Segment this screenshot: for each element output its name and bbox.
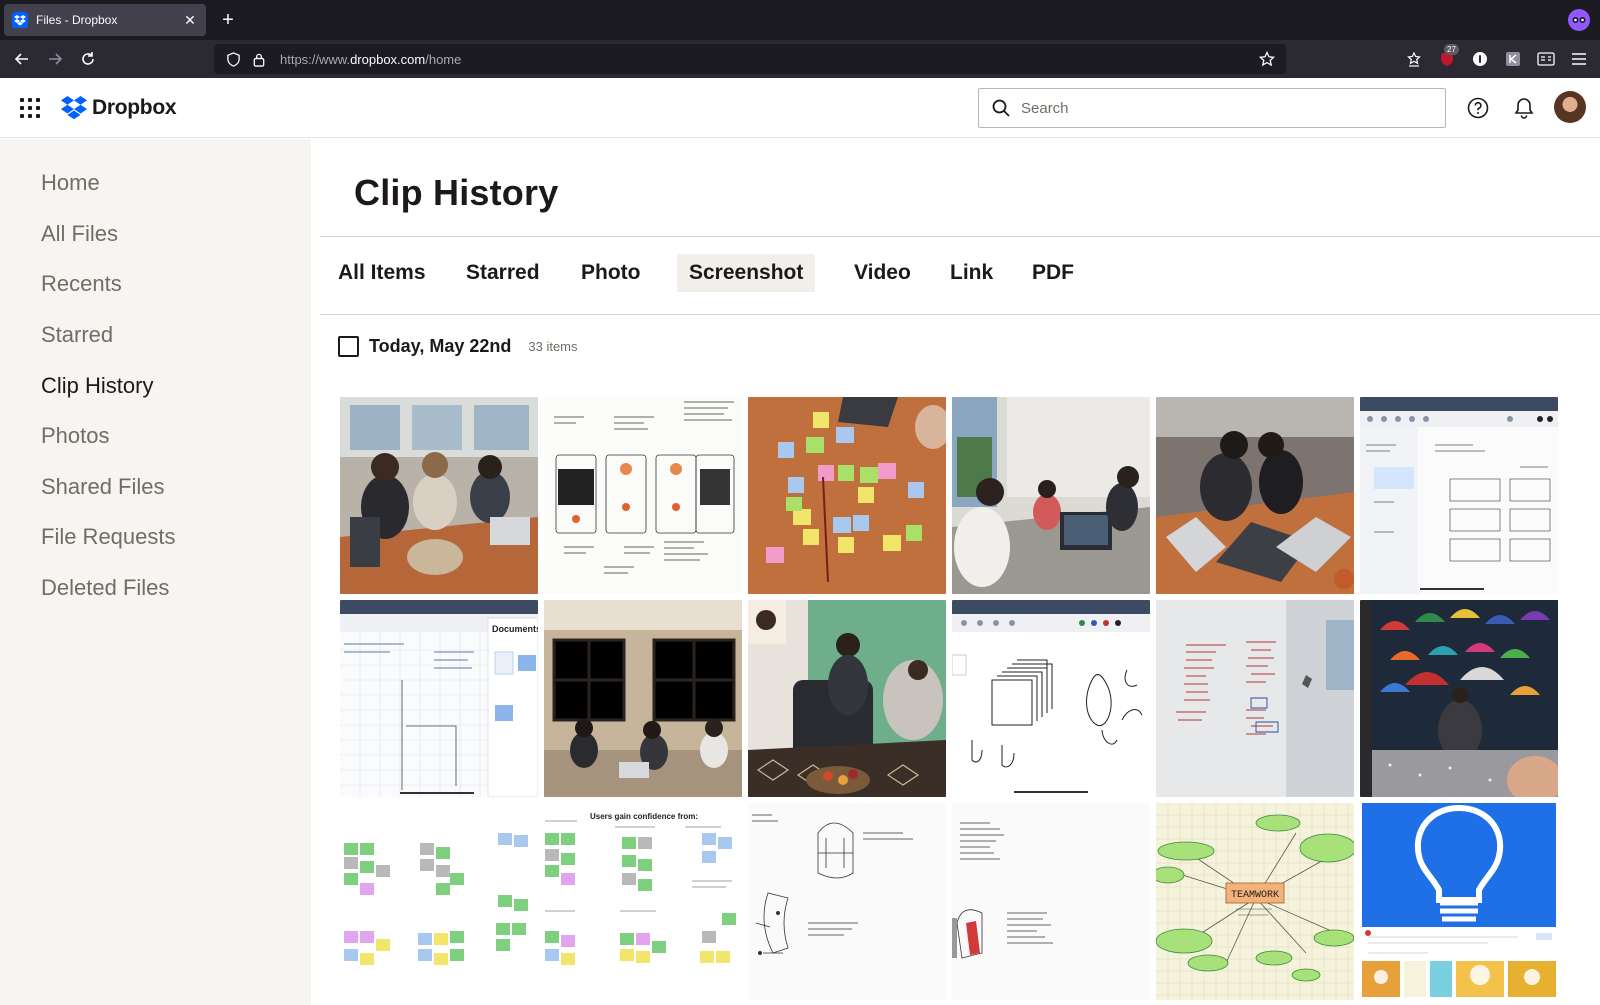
item-count: 33 items — [528, 338, 578, 354]
dropbox-logo-icon — [60, 96, 88, 120]
sidebar-item-all-files[interactable]: All Files — [41, 220, 118, 248]
thumbnail-study-room-windows[interactable] — [544, 600, 742, 797]
back-arrow-icon[interactable] — [10, 47, 34, 71]
thumbnail-sticky-notes-table[interactable] — [748, 397, 946, 594]
mask-extension-icon[interactable] — [1568, 9, 1590, 31]
url-text: https://www.dropbox.com/home — [280, 52, 461, 67]
thumbnail-backpack-sketch[interactable] — [748, 803, 946, 1000]
page-title: Clip History — [354, 172, 559, 213]
search-box[interactable] — [978, 88, 1446, 128]
browser-tab-bar: Files - Dropbox ✕ + — [0, 0, 1600, 40]
sidebar-item-file-requests[interactable]: File Requests — [41, 523, 176, 551]
thumbnail-affinity-diagram[interactable]: Users gain confidence from: — [340, 803, 742, 1000]
forward-arrow-icon[interactable] — [43, 47, 67, 71]
thumbnail-living-room-video-call[interactable] — [748, 600, 946, 797]
sidebar-item-clip-history[interactable]: Clip History — [41, 372, 153, 400]
url-host: dropbox.com — [350, 51, 426, 67]
thumbnail-drawing-app-sketch[interactable] — [952, 600, 1150, 797]
thumbnail-sketch-wireframes[interactable] — [544, 397, 742, 594]
select-all-checkbox[interactable] — [338, 335, 359, 357]
app-header: Dropbox — [0, 78, 1600, 138]
thumbnail-documents-app-screenshot[interactable]: Documents — [340, 600, 538, 797]
lock-icon[interactable] — [248, 48, 270, 70]
sidebar-item-recents[interactable]: Recents — [41, 270, 122, 298]
sidebar-item-photos[interactable]: Photos — [41, 422, 110, 450]
thumbnail-video-call-room[interactable] — [952, 397, 1150, 594]
day-group-header: Today, May 22nd 33 items — [338, 334, 578, 358]
thumbnail-whiteboard-notes[interactable] — [1156, 600, 1354, 797]
mindmap-center-label: TEAMWORK — [1231, 890, 1279, 901]
password-extension-icon[interactable] — [1469, 48, 1491, 70]
tab-starred[interactable]: Starred — [454, 254, 552, 292]
sidebar-item-starred[interactable]: Starred — [41, 321, 113, 349]
tab-photo[interactable]: Photo — [569, 254, 652, 292]
documents-label: Documents — [492, 624, 538, 634]
thumbnail-lightbulb-screenshot[interactable] — [1360, 803, 1558, 1000]
avatar[interactable] — [1554, 91, 1586, 123]
search-input[interactable] — [1021, 99, 1421, 117]
help-icon[interactable] — [1466, 96, 1490, 120]
thumbnail-classroom-photo[interactable] — [340, 397, 538, 594]
dropbox-favicon-icon — [12, 12, 28, 28]
dropbox-logo[interactable]: Dropbox — [60, 94, 177, 122]
app-grid-icon[interactable] — [20, 98, 40, 118]
thumbnail-laptop-collaboration[interactable] — [1156, 397, 1354, 594]
tab-title: Files - Dropbox — [36, 13, 118, 27]
bookmark-star-icon[interactable] — [1256, 48, 1278, 70]
extension-k-icon[interactable] — [1502, 48, 1524, 70]
reader-view-icon[interactable] — [1535, 48, 1557, 70]
affinity-title: Users gain confidence from: — [590, 812, 698, 821]
thumbnail-notes-app-screenshot[interactable] — [1360, 397, 1558, 594]
reading-list-icon[interactable] — [1403, 48, 1425, 70]
browser-tab[interactable]: Files - Dropbox ✕ — [4, 4, 206, 36]
thumbnail-product-sketch[interactable] — [952, 803, 1150, 1000]
day-label: Today, May 22nd — [369, 335, 512, 356]
url-path: /home — [425, 51, 462, 67]
url-prefix: https://www. — [280, 51, 351, 67]
divider — [320, 236, 1600, 237]
notification-bell-icon[interactable] — [1512, 96, 1536, 120]
sidebar-item-deleted-files[interactable]: Deleted Files — [41, 574, 169, 602]
divider — [320, 314, 1600, 315]
search-icon — [992, 99, 1010, 117]
tab-link[interactable]: Link — [938, 254, 1005, 292]
sidebar-item-home[interactable]: Home — [41, 169, 100, 197]
new-tab-icon[interactable]: + — [216, 8, 240, 32]
tab-screenshot[interactable]: Screenshot — [677, 254, 816, 292]
hamburger-menu-icon[interactable] — [1568, 48, 1590, 70]
sidebar-item-shared-files[interactable]: Shared Files — [41, 473, 165, 501]
url-bar[interactable]: https://www.dropbox.com/home — [214, 44, 1286, 74]
tab-pdf[interactable]: PDF — [1020, 254, 1086, 292]
tab-video[interactable]: Video — [842, 254, 923, 292]
sidebar: Home All Files Recents Starred Clip Hist… — [0, 139, 311, 1005]
ublock-extension-icon[interactable]: 27 — [1436, 44, 1459, 70]
browser-nav-bar: https://www.dropbox.com/home 27 — [0, 40, 1600, 78]
tab-close-icon[interactable]: ✕ — [182, 12, 198, 29]
shield-icon[interactable] — [222, 48, 244, 70]
reload-icon[interactable] — [76, 47, 100, 71]
logo-text: Dropbox — [92, 96, 177, 119]
thumbnail-teamwork-mindmap[interactable]: TEAMWORK — [1156, 803, 1354, 1000]
tab-all-items[interactable]: All Items — [326, 254, 438, 292]
extension-badge: 27 — [1444, 44, 1459, 55]
thumbnail-umbrella-painting[interactable] — [1360, 600, 1558, 797]
